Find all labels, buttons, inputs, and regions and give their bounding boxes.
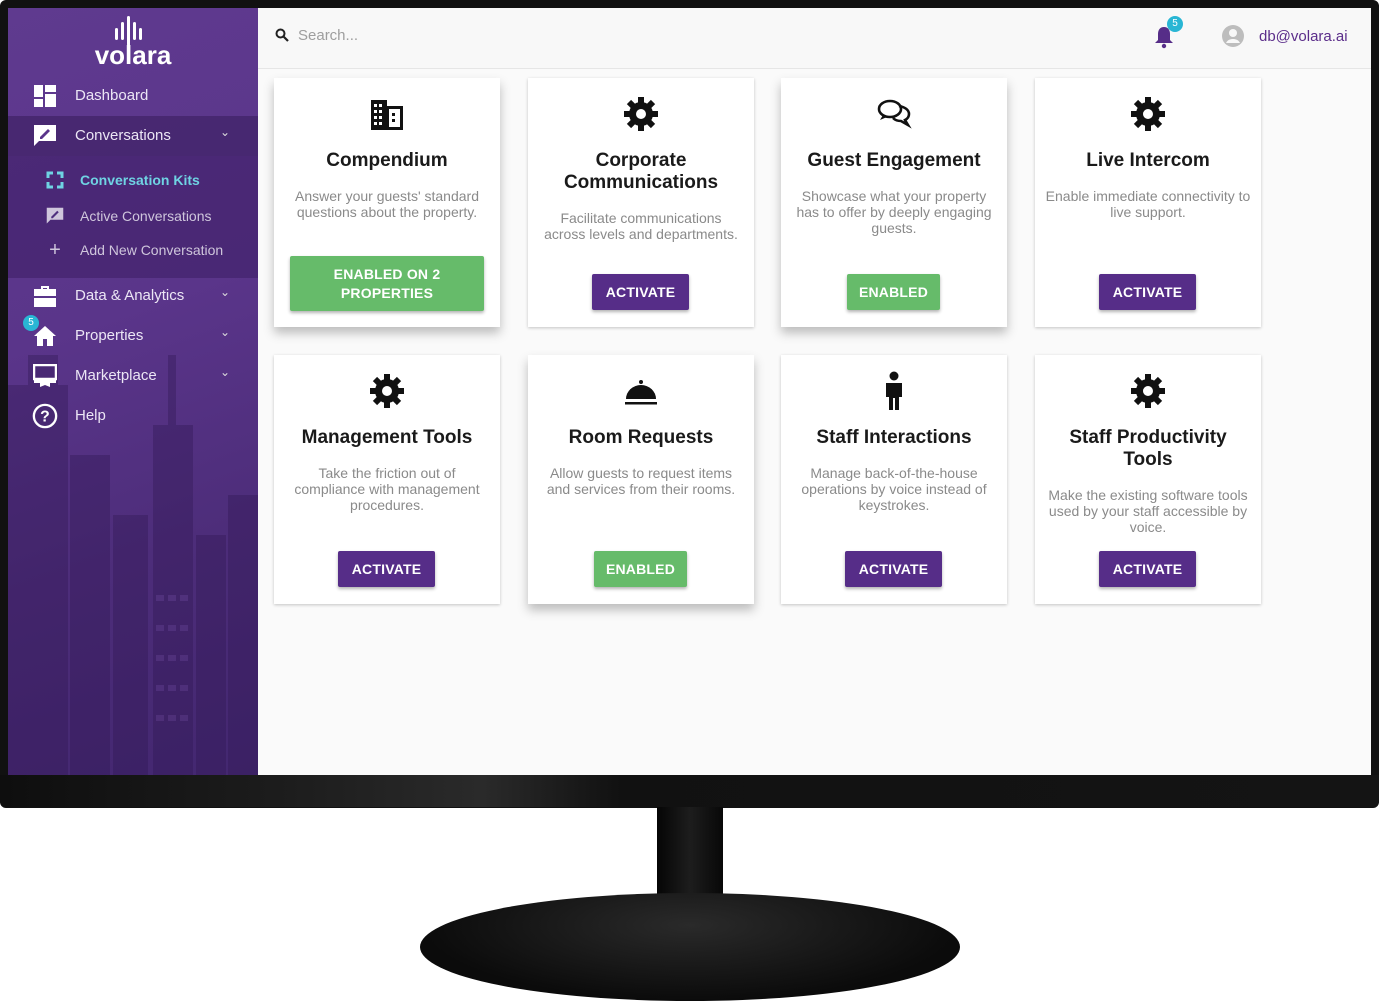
activate-button[interactable]: ACTIVATE [845,551,942,587]
conversation-icon [44,206,66,226]
chat-bubbles-icon [877,99,912,129]
card-description: Make the existing software tools used by… [1048,487,1248,535]
card-title: Room Requests [568,427,714,448]
kit-card-staff-productivity-tools: Staff Productivity Tools Make the existi… [1035,355,1261,604]
volara-logo[interactable]: volara [68,14,198,70]
notification-badge: 5 [1167,16,1183,32]
dashboard-icon [32,84,58,108]
top-bar: 5 db@volara.ai [258,8,1371,69]
chevron-down-icon[interactable]: ⌄ [220,285,230,299]
kit-card-guest-engagement: Guest Engagement Showcase what your prop… [781,78,1007,327]
card-title: Management Tools [301,427,473,448]
sidebar-item-help[interactable]: ? Help [8,396,258,436]
person-icon [886,371,902,410]
enabled-button[interactable]: ENABLED [847,274,940,310]
sidebar-subitem-active-conversations[interactable]: Active Conversations [8,200,258,232]
user-email[interactable]: db@volara.ai [1259,28,1348,45]
sidebar-subitem-add-new-conversation[interactable]: + Add New Conversation [8,234,258,266]
activate-button[interactable]: ACTIVATE [1099,551,1196,587]
card-description: Allow guests to request items and servic… [546,465,736,497]
sidebar-item-label: Help [75,407,106,424]
sidebar-item-label: Marketplace [75,367,157,384]
service-bell-icon [625,380,657,405]
sidebar-item-conversations[interactable]: Conversations ⌄ [8,116,258,156]
chevron-down-icon[interactable]: ⌄ [220,365,230,379]
sidebar-item-label: Properties [75,327,144,344]
sidebar-subitem-conversation-kits[interactable]: Conversation Kits [8,164,258,196]
card-title: Corporate Communications [563,150,719,193]
building-icon [371,100,403,130]
help-icon: ? [32,403,58,429]
gear-icon [624,97,658,131]
sidebar-item-label: Dashboard [75,87,149,104]
activate-button[interactable]: ACTIVATE [592,274,689,310]
sidebar-subitem-label: Active Conversations [80,208,212,224]
sidebar-item-dashboard[interactable]: Dashboard [8,76,258,116]
svg-text:volara: volara [95,40,172,70]
sidebar-item-properties[interactable]: 5 Properties ⌄ [8,315,258,356]
gear-icon [1131,374,1165,408]
kit-card-staff-interactions: Staff Interactions Manage back-of-the-ho… [781,355,1007,604]
monitor-stand-base [420,893,960,1001]
marketplace-icon [32,364,58,388]
kits-icon [44,170,66,190]
sidebar-item-label: Conversations [75,127,171,144]
briefcase-icon [32,284,58,308]
kit-card-compendium: Compendium Answer your guests' standard … [274,78,500,327]
user-avatar-icon[interactable] [1221,24,1245,48]
card-description: Manage back-of-the-house operations by v… [801,465,987,513]
card-description: Showcase what your property has to offer… [796,188,992,236]
kit-card-management-tools: Management Tools Take the friction out o… [274,355,500,604]
chevron-down-icon[interactable]: ⌄ [220,125,230,139]
card-title: Live Intercom [1086,150,1210,171]
sidebar-subitem-label: Add New Conversation [80,242,224,258]
monitor-bezel [0,775,1379,807]
search-icon [275,28,289,42]
enabled-button[interactable]: ENABLED ON 2 PROPERTIES [290,256,484,311]
sidebar-item-marketplace[interactable]: Marketplace ⌄ [8,356,258,396]
chevron-down-icon[interactable]: ⌄ [220,325,230,339]
kit-card-corporate-communications: Corporate Communications Facilitate comm… [528,78,754,327]
sidebar-item-label: Data & Analytics [75,287,185,304]
gear-icon [370,374,404,408]
activate-button[interactable]: ACTIVATE [1099,274,1196,310]
search-input[interactable] [298,24,698,46]
gear-icon [1131,97,1165,131]
conversation-icon [32,124,58,148]
card-description: Answer your guests' standard questions a… [295,188,479,220]
card-description: Enable immediate connectivity to live su… [1045,188,1251,220]
sidebar-item-data-analytics[interactable]: Data & Analytics ⌄ [8,276,258,316]
activate-button[interactable]: ACTIVATE [338,551,435,587]
svg-text:?: ? [40,409,50,426]
sidebar-subitem-label: Conversation Kits [80,172,200,188]
properties-badge: 5 [23,315,39,331]
app-screen: volara Dashboard Conversations ⌄ Convers… [8,8,1371,775]
sidebar: volara Dashboard Conversations ⌄ Convers… [8,8,258,775]
card-title: Staff Productivity Tools [1069,427,1227,470]
card-description: Take the friction out of compliance with… [294,465,480,513]
card-description: Facilitate communications across levels … [544,210,738,242]
kit-card-room-requests: Room Requests Allow guests to request it… [528,355,754,604]
enabled-button[interactable]: ENABLED [594,551,687,587]
card-title: Guest Engagement [807,150,981,171]
plus-icon: + [49,238,61,261]
card-title: Staff Interactions [816,427,972,448]
card-title: Compendium [326,150,448,171]
kit-card-live-intercom: Live Intercom Enable immediate connectiv… [1035,78,1261,327]
